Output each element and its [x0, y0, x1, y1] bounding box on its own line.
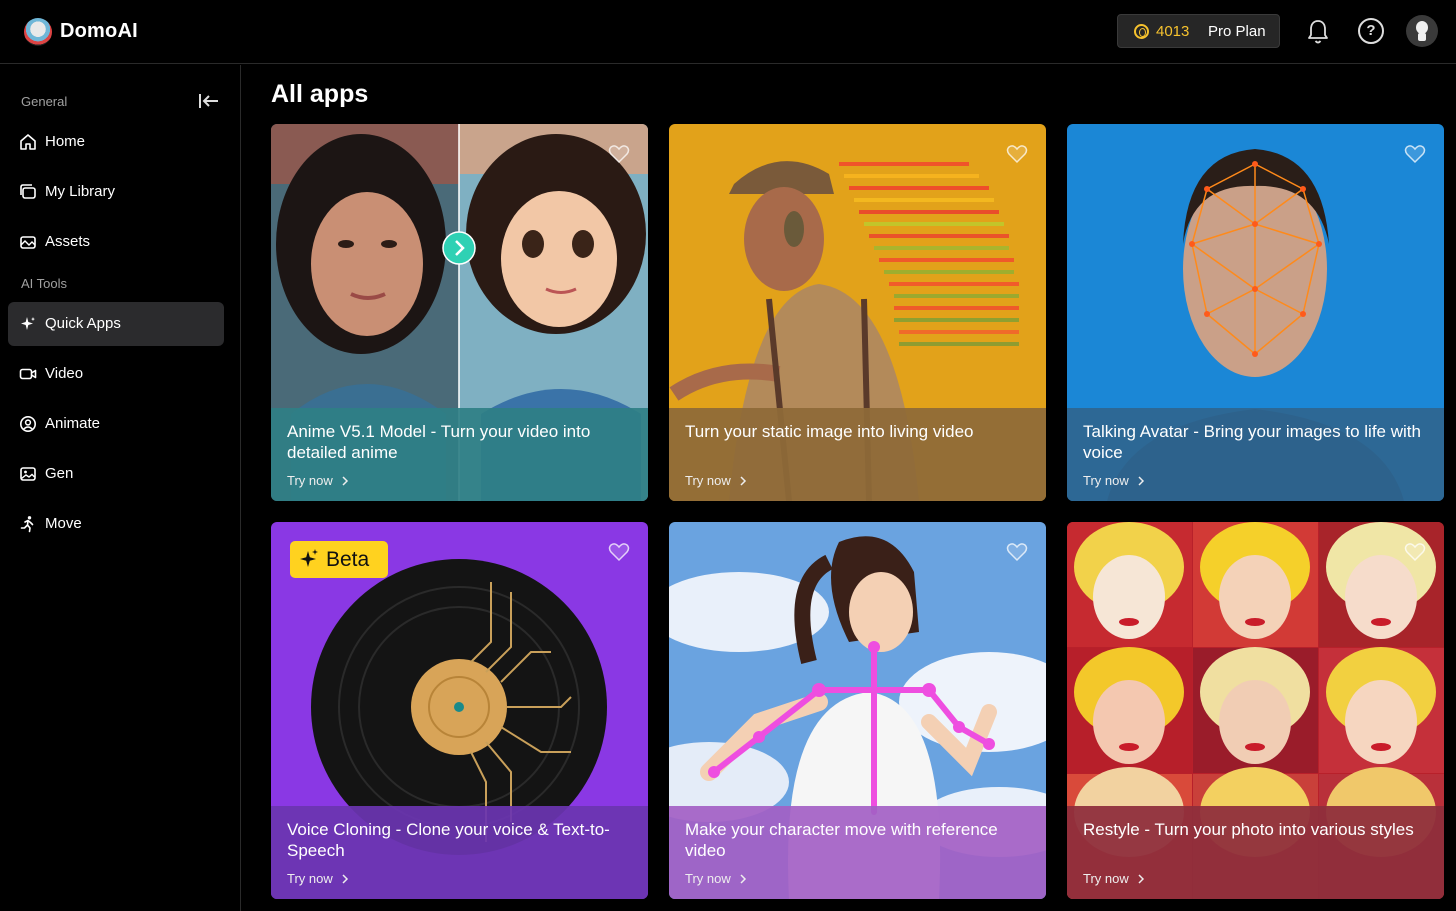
- section-label-general: General: [21, 94, 68, 109]
- heart-icon[interactable]: [1404, 144, 1426, 164]
- app-card-image-to-video[interactable]: Turn your static image into living video…: [669, 124, 1046, 501]
- card-title: Anime V5.1 Model - Turn your video into …: [287, 422, 591, 462]
- brand-name[interactable]: DomoAI: [60, 20, 138, 43]
- running-figure-icon: [20, 516, 34, 533]
- heart-icon[interactable]: [608, 542, 630, 562]
- sidebar-item-label: Assets: [45, 233, 91, 250]
- help-icon[interactable]: ?: [1358, 18, 1384, 44]
- try-now-link[interactable]: Try now: [287, 473, 333, 488]
- beta-badge: Beta: [290, 541, 388, 578]
- heart-icon[interactable]: [1404, 542, 1426, 562]
- coin-icon: [1134, 24, 1149, 39]
- app-card-voice-cloning[interactable]: Beta Voice Cloning - Clone your voice & …: [271, 522, 648, 899]
- section-label-ai-tools: AI Tools: [21, 276, 68, 291]
- chevron-right-icon: [1138, 476, 1145, 486]
- chevron-right-icon: [740, 476, 747, 486]
- sidebar-item-my-library[interactable]: My Library: [8, 170, 224, 214]
- assets-icon: [20, 236, 36, 249]
- sidebar-item-label: Move: [45, 515, 82, 532]
- library-icon: [20, 184, 36, 199]
- domoai-logo-icon[interactable]: [24, 18, 52, 46]
- sidebar-item-assets[interactable]: Assets: [8, 220, 224, 264]
- heart-icon[interactable]: [1006, 144, 1028, 164]
- sidebar-item-label: Home: [45, 133, 86, 150]
- page-title: All apps: [271, 80, 369, 108]
- card-title: Turn your static image into living video: [685, 422, 974, 441]
- sidebar-item-home[interactable]: Home: [8, 120, 224, 164]
- sidebar-item-video[interactable]: Video: [8, 352, 224, 396]
- sidebar-item-animate[interactable]: Animate: [8, 402, 224, 446]
- sidebar-item-quick-apps[interactable]: Quick Apps: [8, 302, 224, 346]
- chevron-right-icon: [342, 476, 349, 486]
- video-icon: [19, 368, 37, 380]
- sidebar-item-label: Gen: [45, 465, 74, 482]
- chevron-right-icon: [1138, 874, 1145, 884]
- try-now-link[interactable]: Try now: [287, 871, 333, 886]
- app-card-anime[interactable]: Anime V5.1 Model - Turn your video into …: [271, 124, 648, 501]
- chevron-right-icon: [740, 874, 747, 884]
- card-title: Voice Cloning - Clone your voice & Text-…: [287, 820, 610, 860]
- card-title: Make your character move with reference …: [685, 820, 998, 860]
- chevron-right-icon: [342, 874, 349, 884]
- sidebar-item-label: My Library: [45, 183, 116, 200]
- heart-icon[interactable]: [608, 144, 630, 164]
- top-bar: DomoAI 4013 Pro Plan ?: [0, 0, 1456, 64]
- try-now-link[interactable]: Try now: [685, 473, 731, 488]
- user-avatar[interactable]: [1406, 15, 1438, 47]
- sidebar: General Home My Library Assets AI Tools …: [0, 65, 241, 911]
- card-title: Restyle - Turn your photo into various s…: [1083, 820, 1414, 839]
- try-now-link[interactable]: Try now: [685, 871, 731, 886]
- sidebar-item-label: Video: [45, 365, 84, 382]
- sparkle-icon: [21, 317, 35, 330]
- sidebar-item-move[interactable]: Move: [8, 502, 224, 546]
- image-icon: [20, 467, 36, 481]
- credits-plan-button[interactable]: 4013 Pro Plan: [1117, 14, 1280, 48]
- sidebar-item-label: Animate: [45, 415, 101, 432]
- app-card-talking-avatar[interactable]: Talking Avatar - Bring your images to li…: [1067, 124, 1444, 501]
- app-card-restyle[interactable]: Restyle - Turn your photo into various s…: [1067, 522, 1444, 899]
- home-icon: [20, 134, 36, 150]
- heart-icon[interactable]: [1006, 542, 1028, 562]
- app-card-move[interactable]: Make your character move with reference …: [669, 522, 1046, 899]
- card-title: Talking Avatar - Bring your images to li…: [1083, 422, 1421, 462]
- credit-count: 4013: [1156, 23, 1190, 40]
- collapse-sidebar-icon[interactable]: [198, 91, 220, 111]
- try-now-link[interactable]: Try now: [1083, 871, 1129, 886]
- sparkle-icon: [300, 549, 318, 567]
- plan-label: Pro Plan: [1208, 23, 1266, 40]
- beta-label: Beta: [326, 548, 370, 571]
- bell-icon[interactable]: [1306, 18, 1330, 46]
- animate-icon: [20, 416, 36, 432]
- sidebar-item-label: Quick Apps: [45, 315, 121, 332]
- try-now-link[interactable]: Try now: [1083, 473, 1129, 488]
- sidebar-item-gen[interactable]: Gen: [8, 452, 224, 496]
